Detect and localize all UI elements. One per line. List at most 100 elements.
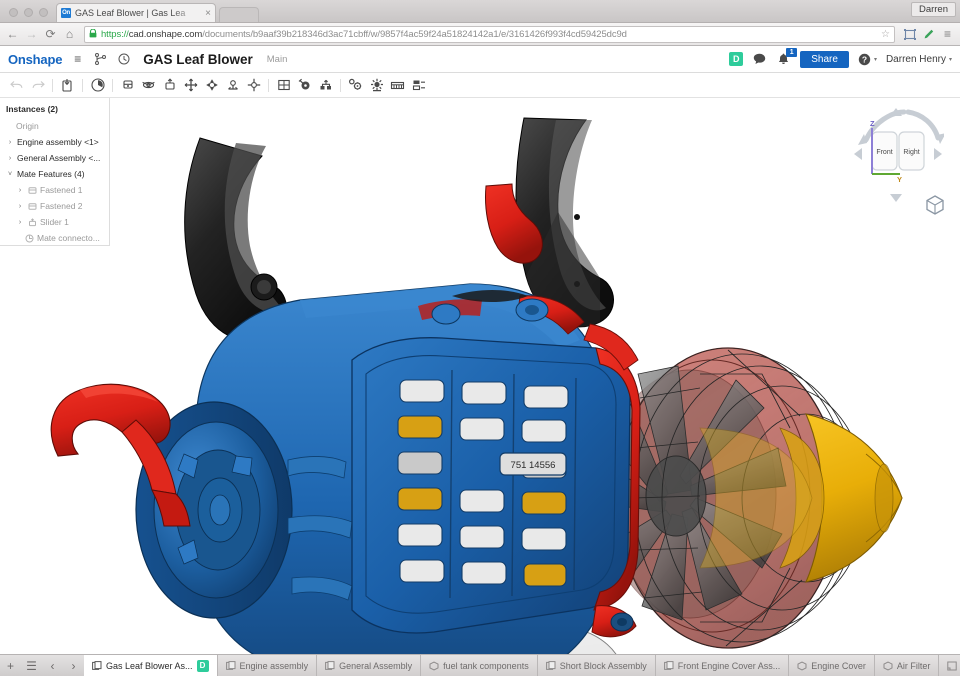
chevron-down-icon[interactable]: ˅ [6, 171, 14, 178]
tab-label: Engine Cover [811, 661, 866, 671]
history-button[interactable] [87, 75, 108, 95]
window-user-label[interactable]: Darren [911, 2, 956, 17]
toolbar-divider [268, 79, 269, 92]
ball-mate-button[interactable] [243, 75, 264, 95]
mate-connector-icon [24, 233, 34, 243]
history-icon[interactable] [116, 52, 131, 67]
slider-mate-icon [27, 217, 37, 227]
tree-item-general-assembly[interactable]: › General Assembly <... [0, 150, 109, 166]
cast-icon[interactable] [901, 26, 918, 43]
chevron-right-icon[interactable]: › [6, 155, 14, 162]
nozzle [700, 414, 902, 582]
forward-icon[interactable]: → [23, 26, 40, 43]
fasten-mate-button[interactable] [117, 75, 138, 95]
maximize-window-button[interactable] [39, 8, 48, 17]
workspace-label[interactable]: Main [267, 54, 288, 65]
tab-engine-assembly[interactable]: Engine assembly [218, 655, 318, 676]
tab-air-filter[interactable]: Air Filter [875, 655, 940, 676]
cylindrical-mate-button[interactable] [201, 75, 222, 95]
add-tab-button[interactable]: + [0, 655, 21, 676]
tab-fuel-tank-components[interactable]: fuel tank components [421, 655, 538, 676]
back-icon[interactable]: ← [4, 26, 21, 43]
chevron-right-icon[interactable]: › [16, 187, 24, 194]
tree-item-label: Fastened 2 [40, 201, 83, 211]
gear-relation-button[interactable] [345, 75, 366, 95]
help-icon: ? [858, 53, 871, 66]
scroll-tabs-left-button[interactable]: ‹ [42, 655, 63, 676]
chevron-right-icon[interactable]: › [16, 203, 24, 210]
chevron-right-icon[interactable]: › [6, 139, 14, 146]
tab-label: Engine assembly [240, 661, 309, 671]
window-controls[interactable] [0, 8, 56, 22]
slider-mate-button[interactable] [159, 75, 180, 95]
address-bar[interactable]: https://cad.onshape.com/documents/b9aaf3… [84, 26, 895, 43]
star-icon[interactable]: ☆ [877, 29, 890, 40]
part-studio-icon [797, 661, 807, 671]
view-right-arrow [934, 148, 942, 160]
tab-gas-leaf-blower-assembly[interactable]: Gas Leaf Blower As... D [84, 655, 218, 676]
tab-fuel-tank-drawing-1[interactable]: fuel tank Drawing 1 [939, 655, 960, 676]
tree-item-mate-connector[interactable]: Mate connecto... [0, 230, 109, 246]
comment-icon[interactable] [752, 52, 767, 67]
pen-icon[interactable] [920, 26, 937, 43]
tree-item-fastened-1[interactable]: › Fastened 1 [0, 182, 109, 198]
tree-item-slider-1[interactable]: › Slider 1 [0, 214, 109, 230]
branch-icon[interactable] [93, 52, 108, 67]
close-window-button[interactable] [9, 8, 18, 17]
new-tab-button[interactable] [219, 7, 259, 22]
home-icon[interactable]: ⌂ [61, 26, 78, 43]
page-title: GAS Leaf Blower [143, 52, 253, 67]
close-icon[interactable]: × [203, 8, 211, 19]
3d-viewport[interactable]: 751 14556 [0, 98, 960, 654]
tree-item-engine-assembly[interactable]: › Engine assembly <1> [0, 134, 109, 150]
engine-housing: 751 14556 [136, 284, 640, 654]
tree-item-label: Slider 1 [40, 217, 69, 227]
tab-general-assembly[interactable]: General Assembly [317, 655, 421, 676]
svg-text:?: ? [862, 54, 867, 64]
instances-header: Instances (2) [0, 104, 109, 118]
replicate-button[interactable] [315, 75, 336, 95]
tree-group-mate-features[interactable]: ˅ Mate Features (4) [0, 166, 109, 182]
fastened-mate-icon [27, 201, 37, 211]
mate-connector-button[interactable] [294, 75, 315, 95]
pin-slot-mate-button[interactable] [222, 75, 243, 95]
chevron-right-icon[interactable]: › [16, 219, 24, 226]
bom-button[interactable] [387, 75, 408, 95]
onshape-favicon: On [61, 8, 71, 18]
group-mate-button[interactable] [273, 75, 294, 95]
view-face-front-label: Front [876, 149, 892, 156]
view-orientation-icon[interactable] [924, 194, 946, 216]
tree-item-label: Engine assembly <1> [17, 137, 99, 147]
explode-button[interactable] [366, 75, 387, 95]
scroll-tabs-right-button[interactable]: › [63, 655, 84, 676]
undo-button[interactable] [6, 75, 27, 95]
insert-button[interactable] [57, 75, 78, 95]
toolbar-divider [52, 79, 53, 92]
avatar[interactable]: D [729, 52, 743, 66]
view-cube[interactable]: Front Right Z Y [852, 106, 944, 206]
main-menu-icon[interactable]: ≡ [70, 52, 85, 67]
redo-button[interactable] [27, 75, 48, 95]
planar-mate-button[interactable] [180, 75, 201, 95]
tab-list-button[interactable]: ☰ [21, 655, 42, 676]
display-state-button[interactable] [408, 75, 429, 95]
share-button[interactable]: Share [800, 51, 849, 68]
tree-item-fastened-2[interactable]: › Fastened 2 [0, 198, 109, 214]
help-menu[interactable]: ? ▾ [858, 53, 877, 66]
tab-label: Gas Leaf Blower As... [106, 661, 193, 671]
tree-item-origin[interactable]: Origin [0, 118, 109, 134]
minimize-window-button[interactable] [24, 8, 33, 17]
browser-tab-strip: On GAS Leaf Blower | Gas Lea × Darren [0, 0, 960, 23]
reload-icon[interactable]: ⟳ [42, 26, 59, 43]
tab-front-engine-cover-assembly[interactable]: Front Engine Cover Ass... [656, 655, 790, 676]
revolute-mate-button[interactable] [138, 75, 159, 95]
onshape-logo[interactable]: Onshape [8, 52, 62, 67]
onshape-app-bar: Onshape ≡ GAS Leaf Blower Main D 1 Share… [0, 46, 960, 73]
browser-menu-icon[interactable]: ≡ [939, 26, 956, 43]
browser-tab[interactable]: On GAS Leaf Blower | Gas Lea × [56, 3, 216, 22]
tab-engine-cover[interactable]: Engine Cover [789, 655, 875, 676]
tab-short-block-assembly[interactable]: Short Block Assembly [538, 655, 656, 676]
tab-label: General Assembly [339, 661, 412, 671]
bell-icon[interactable]: 1 [776, 52, 791, 67]
user-menu[interactable]: Darren Henry ▾ [886, 54, 952, 65]
